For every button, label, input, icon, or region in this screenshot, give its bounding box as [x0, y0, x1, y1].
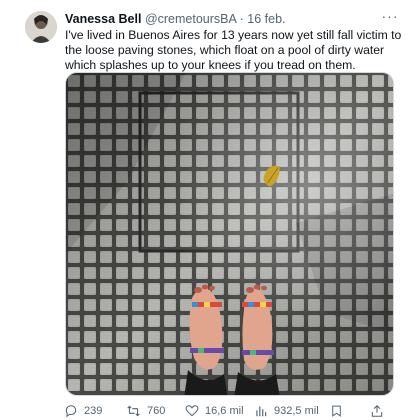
like-count: 16,6 mil [205, 405, 244, 417]
tweet-photo[interactable] [65, 72, 394, 396]
more-options-icon[interactable]: ··· [379, 8, 401, 24]
reply-count: 239 [84, 405, 103, 417]
author-name[interactable]: Vanessa Bell [65, 12, 141, 26]
tweet-header: Vanessa Bell @cremetoursBA · 16 feb. [65, 11, 286, 27]
like-button[interactable]: 16,6 mil [185, 402, 244, 420]
tweet-card[interactable]: Vanessa Bell @cremetoursBA · 16 feb. ···… [0, 0, 420, 420]
reply-icon [65, 405, 77, 418]
views-button[interactable]: 932,5 mil [254, 402, 319, 420]
bookmark-icon [332, 405, 341, 417]
separator-dot: · [239, 12, 244, 26]
repost-count: 760 [147, 405, 166, 417]
repost-icon [127, 405, 140, 417]
heart-icon [185, 405, 199, 417]
tweet-actions: 239 760 16,6 mil 932,5 mil [58, 402, 420, 420]
author-handle[interactable]: @cremetoursBA [145, 12, 236, 26]
repost-button[interactable]: 760 [126, 402, 165, 420]
views-count: 932,5 mil [274, 405, 319, 417]
tweet-date[interactable]: 16 feb. [247, 12, 285, 26]
reply-button[interactable]: 239 [64, 402, 102, 420]
avatar[interactable] [25, 11, 57, 43]
paving-stones-photo [66, 73, 393, 395]
avatar-image [25, 11, 57, 43]
share-button[interactable] [370, 402, 384, 420]
tweet-text: I've lived in Buenos Aires for 13 years … [65, 28, 402, 73]
share-icon [371, 405, 383, 417]
views-chart-icon [256, 406, 267, 417]
bookmark-button[interactable] [330, 402, 343, 420]
